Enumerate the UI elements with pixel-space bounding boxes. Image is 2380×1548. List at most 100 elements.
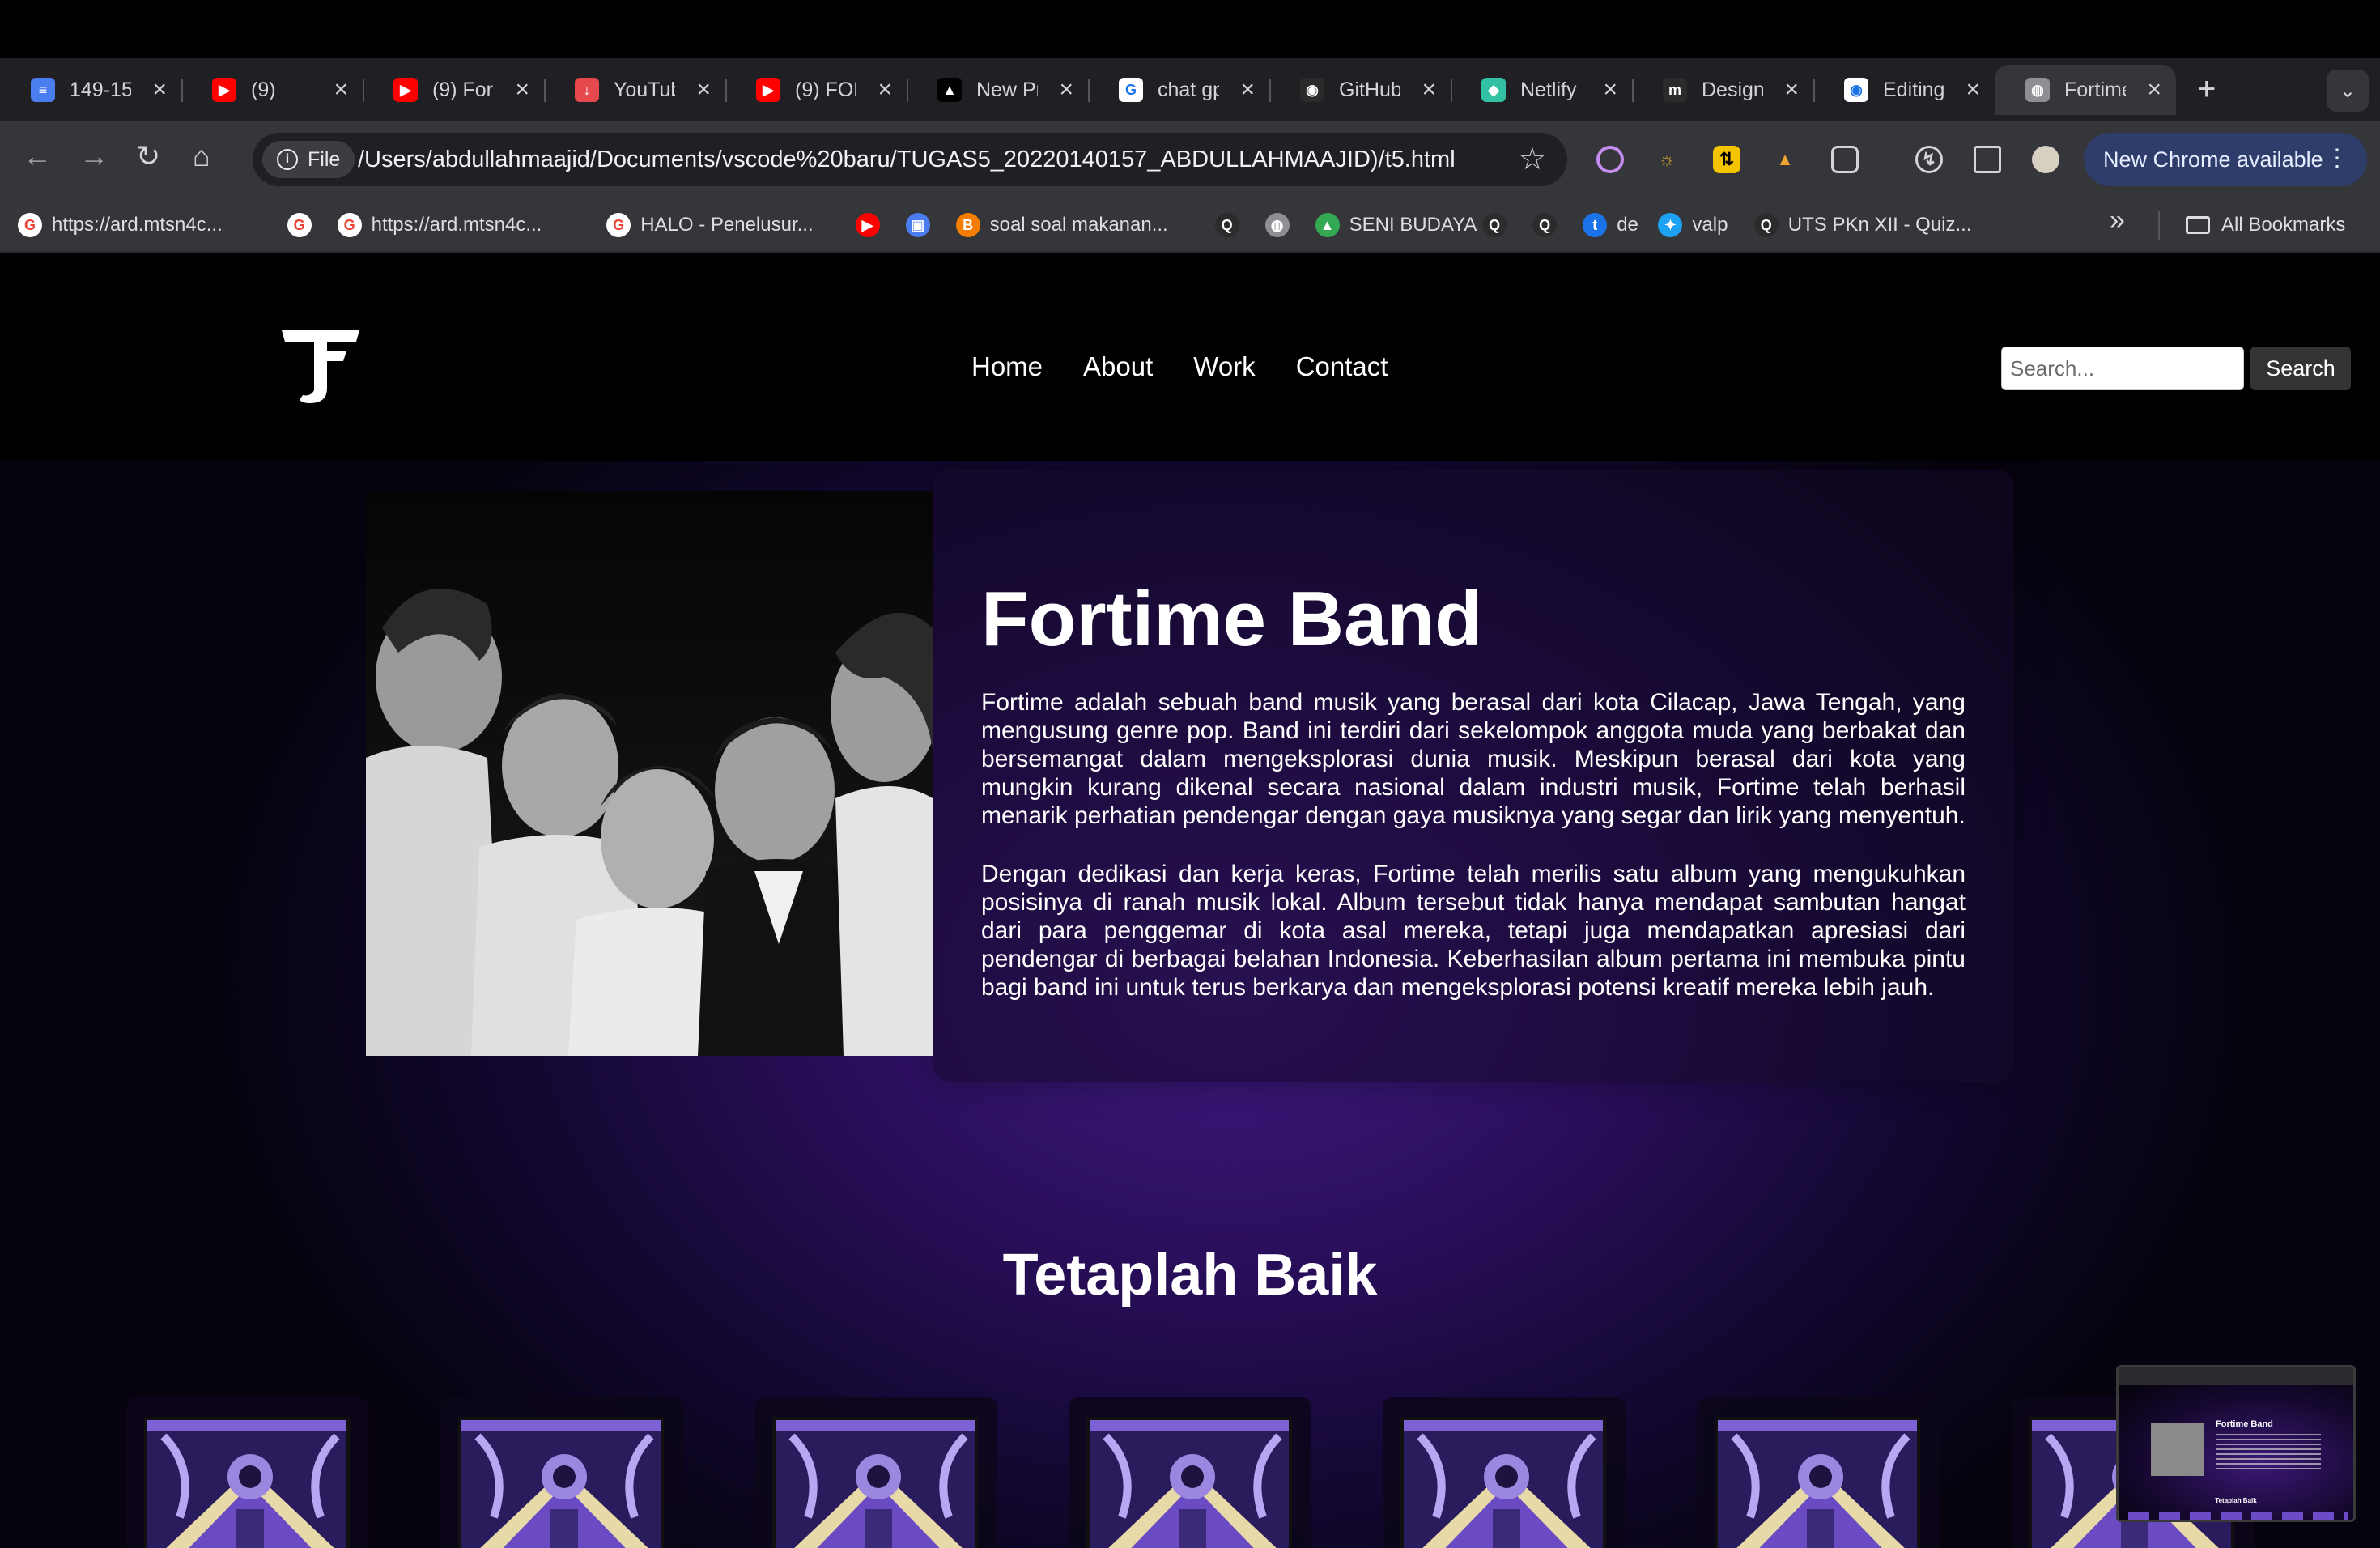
bookmark-item[interactable]: Q xyxy=(1214,211,1249,240)
preview-photo xyxy=(2151,1423,2204,1476)
chrome-update-button[interactable]: New Chrome available ⋮ xyxy=(2084,133,2367,186)
browser-tab[interactable]: ≡ 149-15 × xyxy=(0,65,183,115)
browser-tab[interactable]: ◍ Fortime × xyxy=(1995,65,2176,115)
drive-icon: ▲ xyxy=(1315,213,1340,237)
arrows-extension-icon[interactable]: ⇅ xyxy=(1713,146,1740,173)
section-title: Tetaplah Baik xyxy=(1002,1243,1378,1308)
nav-about[interactable]: About xyxy=(1083,351,1153,382)
menu-dots-icon[interactable]: ⋮ xyxy=(2325,144,2349,172)
nav-contact[interactable]: Contact xyxy=(1296,351,1388,382)
nav-work[interactable]: Work xyxy=(1193,351,1255,382)
browser-tab[interactable]: m Design × xyxy=(1632,65,1815,115)
album-card[interactable] xyxy=(1697,1397,1940,1548)
tab-title: chat gp xyxy=(1158,78,1219,101)
album-card[interactable] xyxy=(1069,1397,1311,1548)
album-card[interactable] xyxy=(1383,1397,1626,1548)
close-tab-icon[interactable]: × xyxy=(1966,76,1980,104)
close-tab-icon[interactable]: × xyxy=(696,76,711,104)
nav-home[interactable]: Home xyxy=(971,351,1043,382)
hill-extension-icon[interactable]: ▲ xyxy=(1771,146,1799,173)
side-panel-icon[interactable] xyxy=(1974,146,2001,173)
home-icon[interactable]: ⌂ xyxy=(193,139,210,173)
browser-tab[interactable]: ▲ New Pr × xyxy=(907,65,1090,115)
forward-icon[interactable]: → xyxy=(79,139,108,173)
tab-search-icon[interactable]: ⌄ xyxy=(2327,70,2369,112)
all-bookmarks-label: All Bookmarks xyxy=(2221,214,2346,236)
bookmark-star-icon[interactable]: ☆ xyxy=(1519,141,1546,177)
close-tab-icon[interactable]: × xyxy=(334,76,348,104)
extensions-puzzle-icon[interactable] xyxy=(1831,146,1859,173)
url-text[interactable]: /Users/abdullahmaajid/Documents/vscode%2… xyxy=(358,147,1456,173)
back-icon[interactable]: ← xyxy=(23,139,52,173)
tab-title: (9) FOF xyxy=(795,78,856,101)
bookmark-item[interactable]: Q xyxy=(1532,211,1566,240)
web-page: Home About Work Contact Search... Search… xyxy=(0,253,2380,1548)
browser-tab-bar: ≡149-15×▶(9)×▶(9) For×↓YouTub×▶(9) FOF×▲… xyxy=(0,58,2380,121)
site-info-chip[interactable]: i File xyxy=(262,141,355,178)
preview-section-title: Tetaplah Baik xyxy=(2215,1497,2257,1504)
all-bookmarks-button[interactable]: All Bookmarks xyxy=(2186,211,2345,240)
browser-tab[interactable]: Gchat gp × xyxy=(1088,65,1271,115)
band-photo xyxy=(366,491,933,1056)
browser-tab[interactable]: ↓ YouTub × xyxy=(544,65,727,115)
address-bar[interactable]: i File /Users/abdullahmaajid/Documents/v… xyxy=(253,133,1567,186)
bookmark-item[interactable]: G HALO - Penelusur... xyxy=(606,211,814,240)
bookmark-item[interactable]: ◍ xyxy=(1264,211,1299,240)
reload-icon[interactable]: ↻ xyxy=(136,139,160,173)
coin-extension-icon[interactable]: ☼ xyxy=(1653,146,1681,173)
youtube-icon: ▶ xyxy=(756,78,780,102)
globe-icon: ◍ xyxy=(1264,213,1290,237)
browser-tab[interactable]: ◉ GitHub × xyxy=(1269,65,1452,115)
close-tab-icon[interactable]: × xyxy=(515,76,529,104)
search-input[interactable] xyxy=(2001,347,2244,390)
bookmark-item[interactable]: ▲ SENI BUDAYA xyxy=(1315,211,1477,240)
bookmark-item[interactable]: Ghttps://ard.mtsn4c... xyxy=(337,211,542,240)
close-tab-icon[interactable]: × xyxy=(1784,76,1799,104)
album-cover xyxy=(1715,1417,1920,1548)
color-extension-icon[interactable] xyxy=(1596,146,1624,173)
bookmark-item[interactable]: ▣ xyxy=(905,211,940,240)
profile-avatar[interactable] xyxy=(2032,146,2059,173)
bookmarks-overflow-icon[interactable]: » xyxy=(2110,205,2125,236)
album-cover xyxy=(1400,1417,1606,1548)
close-tab-icon[interactable]: × xyxy=(1422,76,1436,104)
google-icon: G xyxy=(18,213,42,237)
tab-preview-thumbnail[interactable]: Fortime Band Tetaplah Baik xyxy=(2116,1365,2356,1522)
bookmark-item[interactable]: ▶ xyxy=(855,211,890,240)
bookmark-item[interactable]: ✦ valp xyxy=(1658,211,1728,240)
album-card[interactable] xyxy=(440,1397,683,1548)
close-tab-icon[interactable]: × xyxy=(2147,76,2161,104)
os-menu-strip xyxy=(0,0,2380,58)
youtube-icon: ▶ xyxy=(393,78,418,102)
fortime-logo[interactable] xyxy=(278,325,363,410)
close-tab-icon[interactable]: × xyxy=(878,76,892,104)
bookmark-item[interactable]: Ghttps://ard.mtsn4c... xyxy=(18,211,223,240)
folder-icon xyxy=(2186,216,2210,234)
tab-title: YouTub xyxy=(614,78,675,101)
close-tab-icon[interactable]: × xyxy=(1603,76,1617,104)
bookmark-item[interactable]: G xyxy=(287,211,321,240)
performance-icon[interactable]: ↯ xyxy=(1915,146,1943,173)
browser-tab[interactable]: ▶ (9) × xyxy=(181,65,364,115)
browser-tab[interactable]: ▶ (9) For × xyxy=(363,65,546,115)
search-button[interactable]: Search xyxy=(2250,347,2351,390)
bookmark-item[interactable]: Q UTS PKn XII - Quiz... xyxy=(1753,211,1972,240)
browser-tab[interactable]: ◉ Editing × xyxy=(1813,65,1995,115)
quizizz-icon: Q xyxy=(1532,213,1558,237)
bookmark-item[interactable]: Bsoal soal makanan... xyxy=(955,211,1168,240)
browser-tab[interactable]: ◆ Netlify × xyxy=(1451,65,1634,115)
close-tab-icon[interactable]: × xyxy=(152,76,167,104)
bookmark-item[interactable]: Q xyxy=(1482,211,1516,240)
album-card[interactable] xyxy=(126,1397,369,1548)
bookmark-item[interactable]: t de xyxy=(1583,211,1638,240)
google-icon: G xyxy=(1119,78,1143,102)
bookmark-label: de xyxy=(1617,214,1638,236)
tab-title: 149-15 xyxy=(70,78,131,101)
site-header: Home About Work Contact Search xyxy=(0,253,2380,461)
new-tab-button[interactable]: + xyxy=(2197,71,2216,108)
site-nav: Home About Work Contact xyxy=(971,351,1388,382)
browser-tab[interactable]: ▶ (9) FOF × xyxy=(725,65,908,115)
close-tab-icon[interactable]: × xyxy=(1059,76,1073,104)
album-card[interactable] xyxy=(754,1397,997,1548)
close-tab-icon[interactable]: × xyxy=(1240,76,1255,104)
